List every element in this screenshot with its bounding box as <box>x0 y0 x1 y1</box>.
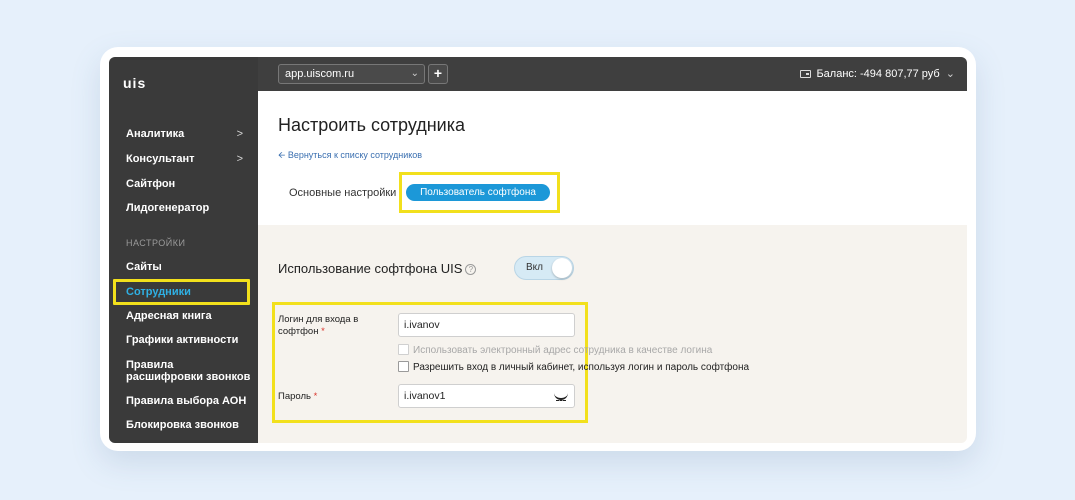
use-email-checkbox <box>398 344 409 355</box>
sidebar-item-transcription-rules[interactable]: Правила расшифровки звонков <box>109 359 258 387</box>
sidebar-item-sites[interactable]: Сайты <box>109 257 258 277</box>
toggle-label: Вкл <box>526 262 543 273</box>
app-window: uis Аналитика > Консультант > Сайтфон Ли… <box>109 57 967 443</box>
softphone-toggle[interactable]: Вкл <box>514 256 574 280</box>
sidebar-item-label: Адресная книга <box>126 310 212 322</box>
wallet-icon <box>800 70 812 78</box>
sidebar-item-call-blocking[interactable]: Блокировка звонков <box>109 415 258 435</box>
chevron-right-icon: > <box>236 128 243 140</box>
highlight-employees <box>113 279 250 305</box>
sidebar-item-label: Консультант <box>126 153 195 165</box>
toggle-knob <box>552 258 572 278</box>
password-input[interactable]: i.ivanov1 <box>398 384 575 408</box>
site-select-value: app.uiscom.ru <box>285 68 355 80</box>
logo: uis <box>123 75 147 91</box>
use-email-row: Использовать электронный адрес сотрудник… <box>398 344 712 357</box>
highlight-softphone-tab <box>399 172 560 213</box>
sidebar-item-leadgen[interactable]: Лидогенератор <box>109 198 258 218</box>
sidebar-item-aon-rules[interactable]: Правила выбора АОН <box>109 391 258 411</box>
balance-text: Баланс: -494 807,77 руб <box>816 68 940 80</box>
sidebar-item-schedules[interactable]: Графики активности <box>109 330 258 350</box>
login-field-label: Логин для входа в софтфон * <box>278 314 358 338</box>
required-mark: * <box>313 391 318 402</box>
login-input[interactable]: i.ivanov <box>398 313 575 337</box>
section-title-label: Использование софтфона UIS <box>278 261 463 276</box>
balance-menu[interactable]: Баланс: -494 807,77 руб ⌄ <box>800 67 955 80</box>
help-icon[interactable]: ? <box>465 264 477 275</box>
login-label-line1: Логин для входа в <box>278 314 359 325</box>
allow-cabinet-row[interactable]: Разрешить вход в личный кабинет, использ… <box>398 361 749 374</box>
back-link[interactable]: 🡨 Вернуться к списку сотрудников <box>278 148 422 164</box>
sidebar-item-analytics[interactable]: Аналитика > <box>109 124 258 144</box>
tab-basic-settings[interactable]: Основные настройки <box>289 187 396 199</box>
sidebar-item-label: Правила выбора АОН <box>126 395 247 407</box>
use-email-label: Использовать электронный адрес сотрудник… <box>413 345 713 356</box>
password-label: Пароль <box>278 391 311 402</box>
sidebar-item-label: Сайты <box>126 261 162 273</box>
sidebar-item-label: Правила <box>126 359 174 371</box>
arrow-left-icon: 🡨 <box>278 150 286 160</box>
chevron-right-icon: > <box>236 153 243 165</box>
page-title: Настроить сотрудника <box>278 115 466 135</box>
sidebar-item-label: Графики активности <box>126 334 239 346</box>
eye-closed-icon[interactable] <box>554 392 568 401</box>
chevron-down-icon: ⌄ <box>410 68 419 79</box>
sidebar-section-settings: НАСТРОЙКИ <box>126 238 186 248</box>
sidebar-item-label: Аналитика <box>126 128 185 140</box>
allow-cabinet-label: Разрешить вход в личный кабинет, использ… <box>413 362 750 373</box>
sidebar-item-label: Блокировка звонков <box>126 419 239 431</box>
add-site-button[interactable]: + <box>428 64 448 84</box>
site-select[interactable]: app.uiscom.ru ⌄ <box>278 64 425 84</box>
sidebar-item-sitephone[interactable]: Сайтфон <box>109 174 258 194</box>
page-header: Настроить сотрудника 🡨 Вернуться к списк… <box>258 91 967 225</box>
login-label-line2: софтфон <box>278 326 319 337</box>
allow-cabinet-checkbox[interactable] <box>398 361 409 372</box>
sidebar-item-label: расшифровки звонков <box>126 371 251 383</box>
password-field-label: Пароль * <box>278 391 317 403</box>
sidebar-item-address-book[interactable]: Адресная книга <box>109 306 258 326</box>
sidebar-item-label: Сайтфон <box>126 178 176 190</box>
chevron-down-icon: ⌄ <box>945 68 955 80</box>
sidebar-item-label: Лидогенератор <box>126 202 210 214</box>
sidebar: uis Аналитика > Консультант > Сайтфон Ли… <box>109 57 258 443</box>
section-title: Использование софтфона UIS? <box>278 261 477 276</box>
password-value: i.ivanov1 <box>404 390 446 402</box>
top-bar: app.uiscom.ru ⌄ + Баланс: -494 807,77 ру… <box>258 57 967 91</box>
back-link-label: Вернуться к списку сотрудников <box>287 150 423 160</box>
required-mark: * <box>321 326 325 337</box>
sidebar-item-consultant[interactable]: Консультант > <box>109 149 258 169</box>
